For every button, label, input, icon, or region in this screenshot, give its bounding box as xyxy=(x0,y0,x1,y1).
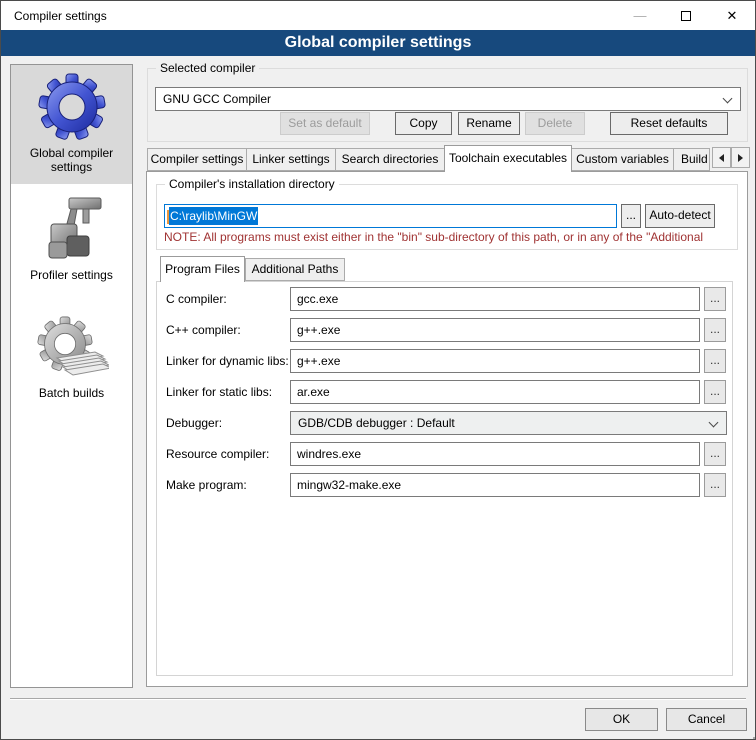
tab-scroll-left-button[interactable] xyxy=(712,147,731,168)
subtab-program-files[interactable]: Program Files xyxy=(160,256,245,282)
cpp-compiler-label: C++ compiler: xyxy=(166,318,291,342)
linker-static-browse-button[interactable]: ... xyxy=(704,380,726,404)
debugger-value: GDB/CDB debugger : Default xyxy=(298,416,455,430)
window-title: Compiler settings xyxy=(14,9,107,23)
tab-scroll-right-button[interactable] xyxy=(731,147,750,168)
dialog-header: Global compiler settings xyxy=(1,30,755,56)
tab-toolchain-executables[interactable]: Toolchain executables xyxy=(444,145,572,172)
selected-compiler-combobox[interactable]: GNU GCC Compiler xyxy=(155,87,741,111)
sidebar-item-profiler-settings[interactable]: Profiler settings xyxy=(11,194,132,286)
sidebar-item-batch-builds[interactable]: Batch builds xyxy=(11,312,132,404)
linker-dynamic-input[interactable] xyxy=(290,349,700,373)
batch-builds-icon xyxy=(35,312,109,384)
selected-compiler-value: GNU GCC Compiler xyxy=(163,92,271,106)
linker-dynamic-browse-button[interactable]: ... xyxy=(704,349,726,373)
chevron-down-icon xyxy=(723,94,733,104)
linker-static-input[interactable] xyxy=(290,380,700,404)
copy-button[interactable]: Copy xyxy=(395,112,452,135)
cpp-compiler-browse-button[interactable]: ... xyxy=(704,318,726,342)
debugger-combobox[interactable]: GDB/CDB debugger : Default xyxy=(290,411,727,435)
reset-defaults-button[interactable]: Reset defaults xyxy=(610,112,728,135)
minimize-icon: — xyxy=(634,8,647,23)
delete-button[interactable]: Delete xyxy=(525,112,585,135)
sidebar-item-label: Profiler settings xyxy=(11,266,132,286)
cancel-button[interactable]: Cancel xyxy=(666,708,747,731)
note-text: NOTE: All programs must exist either in … xyxy=(164,230,736,244)
sidebar-item-label: Global compiler settings xyxy=(11,144,132,178)
subtab-additional-paths[interactable]: Additional Paths xyxy=(245,258,345,281)
make-program-browse-button[interactable]: ... xyxy=(704,473,726,497)
c-compiler-input[interactable] xyxy=(290,287,700,311)
profiler-icon xyxy=(35,194,109,266)
cpp-compiler-input[interactable] xyxy=(290,318,700,342)
resize-grip[interactable] xyxy=(749,733,751,735)
c-compiler-browse-button[interactable]: ... xyxy=(704,287,726,311)
resource-compiler-browse-button[interactable]: ... xyxy=(704,442,726,466)
maximize-icon xyxy=(681,11,691,21)
make-program-input[interactable] xyxy=(290,473,700,497)
resource-compiler-label: Resource compiler: xyxy=(166,442,291,466)
tab-search-directories[interactable]: Search directories xyxy=(335,148,445,171)
debugger-label: Debugger: xyxy=(166,411,291,435)
sidebar-item-global-compiler-settings[interactable]: Global compiler settings xyxy=(11,65,132,184)
close-icon: ✕ xyxy=(727,8,738,24)
ok-button[interactable]: OK xyxy=(585,708,658,731)
installation-directory-legend: Compiler's installation directory xyxy=(165,177,339,191)
resource-compiler-input[interactable] xyxy=(290,442,700,466)
tab-build-truncated[interactable]: Build xyxy=(673,148,710,171)
browse-directory-button[interactable]: ... xyxy=(621,204,641,228)
settings-category-list: Global compiler settings Profiler settin… xyxy=(10,64,133,688)
linker-dynamic-label: Linker for dynamic libs: xyxy=(166,349,291,373)
tab-custom-variables[interactable]: Custom variables xyxy=(571,148,674,171)
minimize-button[interactable]: — xyxy=(617,1,663,30)
gear-blue-icon xyxy=(35,70,109,144)
selected-path-text: C:\raylib\MinGW xyxy=(169,207,258,225)
titlebar: Compiler settings — ✕ xyxy=(1,1,755,30)
linker-static-label: Linker for static libs: xyxy=(166,380,291,404)
installation-directory-input[interactable]: C:\raylib\MinGW xyxy=(164,204,617,228)
maximize-button[interactable] xyxy=(663,1,709,30)
rename-button[interactable]: Rename xyxy=(458,112,520,135)
make-program-label: Make program: xyxy=(166,473,291,497)
tab-compiler-settings[interactable]: Compiler settings xyxy=(147,148,247,171)
sidebar-item-label: Batch builds xyxy=(11,384,132,404)
tab-linker-settings[interactable]: Linker settings xyxy=(246,148,336,171)
auto-detect-button[interactable]: Auto-detect xyxy=(645,204,715,228)
chevron-down-icon xyxy=(709,418,719,428)
compiler-settings-dialog: Compiler settings — ✕ Global compiler se… xyxy=(0,0,756,740)
arrow-right-icon xyxy=(738,154,743,162)
set-as-default-button[interactable]: Set as default xyxy=(280,112,370,135)
selected-compiler-legend: Selected compiler xyxy=(156,61,259,75)
footer-divider xyxy=(10,698,746,700)
arrow-left-icon xyxy=(719,154,724,162)
close-button[interactable]: ✕ xyxy=(709,1,755,30)
c-compiler-label: C compiler: xyxy=(166,287,291,311)
